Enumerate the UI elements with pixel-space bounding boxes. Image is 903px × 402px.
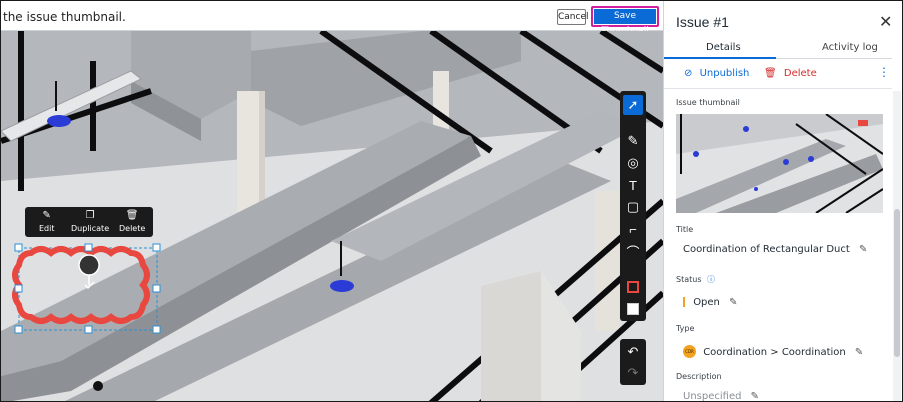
panel-title: Issue #1 <box>676 14 729 30</box>
text-icon[interactable]: T <box>623 175 643 195</box>
polyline-icon[interactable]: ⌒ <box>623 241 643 261</box>
trash-icon: 🗑 <box>125 210 139 221</box>
edit-pencil-icon[interactable]: ✎ <box>855 347 863 358</box>
tab-activity-log[interactable]: Activity log <box>822 42 878 53</box>
title-value: Coordination of Rectangular Duct <box>683 244 850 255</box>
type-value: Coordination > Coordination <box>703 346 846 358</box>
panel-scrollbar[interactable] <box>893 91 901 401</box>
redo-icon[interactable]: ↷ <box>623 363 643 383</box>
model-viewer[interactable]: ✎ Edit ❐ Duplicate 🗑 Delete ➚ ✎ ◎ T ▢ ⌐ … <box>1 31 663 401</box>
markup-edit-button[interactable]: ✎ Edit <box>39 210 55 234</box>
description-field[interactable]: Unspecified ✎ <box>683 391 759 402</box>
status-field[interactable]: Open ✎ <box>683 297 737 308</box>
markup-delete-button[interactable]: 🗑 Delete <box>119 210 146 234</box>
issue-details-panel: Issue #1 ✕ Details Activity log ⊘ Unpubl… <box>663 1 902 402</box>
unpublish-icon: ⊘ <box>684 68 693 79</box>
description-value: Unspecified <box>683 391 742 402</box>
history-toolbar: ↶ ↷ <box>620 339 646 385</box>
description-label: Description <box>676 372 722 381</box>
shapes-icon[interactable]: ◎ <box>623 153 643 173</box>
tab-details[interactable]: Details <box>706 42 741 53</box>
markup-toolbar: ➚ ✎ ◎ T ▢ ⌐ ⌒ <box>620 91 646 321</box>
stroke-color-icon[interactable] <box>623 277 643 297</box>
thumbnail-scene <box>676 114 883 213</box>
unpublish-label: Unpublish <box>699 68 750 79</box>
panel-tabs: Details Activity log <box>664 39 892 59</box>
title-label: Title <box>676 225 694 234</box>
title-field[interactable]: Coordination of Rectangular Duct ✎ <box>683 244 867 255</box>
app-frame: the issue thumbnail. Cancel Save Thumbna… <box>0 0 903 402</box>
edit-pencil-icon[interactable]: ✎ <box>751 391 759 401</box>
markup-context-popup: ✎ Edit ❐ Duplicate 🗑 Delete <box>25 207 153 237</box>
status-label-row: Status ⓘ <box>676 274 715 285</box>
type-badge-icon: CDR <box>683 345 696 358</box>
more-options-icon[interactable]: ⋮ <box>878 65 890 79</box>
select-arrow-icon[interactable]: ➚ <box>623 95 643 115</box>
instruction-text: the issue thumbnail. <box>3 10 126 24</box>
markup-delete-label: Delete <box>119 224 146 233</box>
markup-edit-label: Edit <box>39 224 55 233</box>
delete-issue-button[interactable]: 🗑 Delete <box>764 68 817 79</box>
status-value: Open <box>693 297 720 308</box>
callout-icon[interactable]: ⌐ <box>623 219 643 239</box>
thumbnail-label: Issue thumbnail <box>676 98 740 107</box>
duplicate-icon: ❐ <box>85 210 95 221</box>
save-thumbnail-highlight: Save Thumbnail <box>591 6 659 36</box>
edit-pencil-icon[interactable]: ✎ <box>729 297 737 308</box>
close-icon[interactable]: ✕ <box>879 12 892 32</box>
trash-icon: 🗑 <box>764 68 777 79</box>
pencil-icon: ✎ <box>42 210 51 221</box>
markup-duplicate-label: Duplicate <box>71 224 110 233</box>
save-thumbnail-button[interactable]: Save Thumbnail <box>594 9 656 36</box>
undo-icon[interactable]: ↶ <box>623 342 643 362</box>
status-open-marker <box>683 297 685 307</box>
status-label: Status <box>676 275 702 284</box>
issue-actions-bar: ⊘ Unpublish 🗑 Delete ⋮ <box>664 59 892 89</box>
delete-issue-label: Delete <box>783 68 817 79</box>
thumbnail-editor-topbar: the issue thumbnail. Cancel Save Thumbna… <box>1 1 663 36</box>
pen-icon[interactable]: ✎ <box>623 131 643 151</box>
fill-color-icon[interactable] <box>623 299 643 319</box>
scrollbar-thumb[interactable] <box>894 209 900 357</box>
markup-duplicate-button[interactable]: ❐ Duplicate <box>71 210 110 234</box>
edit-pencil-icon[interactable]: ✎ <box>859 244 867 255</box>
type-field[interactable]: CDR Coordination > Coordination ✎ <box>683 345 863 358</box>
cancel-button[interactable]: Cancel <box>557 9 589 25</box>
cloud-icon[interactable]: ▢ <box>623 197 643 217</box>
type-label: Type <box>676 324 695 333</box>
issue-thumbnail-image[interactable] <box>676 114 883 213</box>
unpublish-button[interactable]: ⊘ Unpublish <box>684 68 749 79</box>
info-icon[interactable]: ⓘ <box>707 275 715 284</box>
